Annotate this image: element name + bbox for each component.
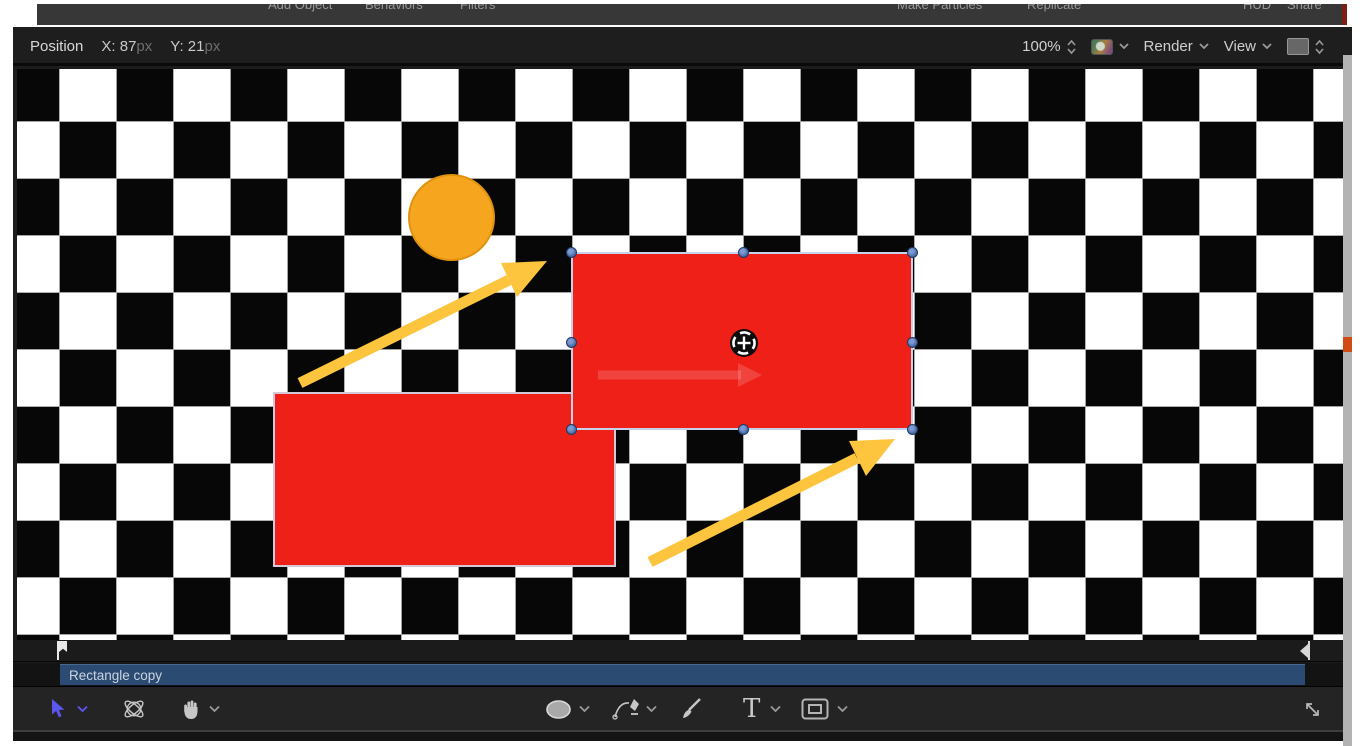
ellipse-tool-menu[interactable] bbox=[579, 687, 590, 731]
handle-top-right[interactable] bbox=[907, 247, 918, 258]
paint-brush-icon bbox=[680, 697, 704, 721]
layout-control[interactable] bbox=[1287, 38, 1324, 55]
composition-canvas[interactable] bbox=[17, 69, 1343, 640]
chevron-down-icon bbox=[646, 705, 657, 713]
bezier-tool-menu[interactable] bbox=[646, 687, 657, 731]
select-arrow-icon bbox=[50, 699, 66, 719]
yellow-arrow-lower-left bbox=[300, 261, 547, 383]
timeline-end-line bbox=[1308, 641, 1310, 660]
3d-transform-tool-button[interactable] bbox=[121, 687, 147, 731]
stepper-icon[interactable] bbox=[1315, 39, 1324, 55]
select-tool-menu[interactable] bbox=[77, 687, 88, 731]
chevron-down-icon[interactable] bbox=[1119, 43, 1129, 50]
red-rectangle-copy-shape-selected[interactable] bbox=[571, 252, 913, 430]
handle-mid-left[interactable] bbox=[566, 337, 577, 348]
rectangle-tool-button[interactable] bbox=[801, 687, 829, 731]
canvas-toolbar: T bbox=[13, 686, 1352, 730]
chevron-down-icon bbox=[77, 705, 88, 713]
rectangle-tool-icon bbox=[801, 698, 829, 720]
playhead-icon[interactable] bbox=[57, 641, 59, 660]
position-label: Position bbox=[30, 38, 83, 55]
yellow-arrow-lower-right bbox=[650, 439, 895, 562]
rectangle-tool-menu[interactable] bbox=[837, 687, 848, 731]
render-menu-label[interactable]: Render bbox=[1144, 38, 1193, 55]
chevron-down-icon[interactable] bbox=[1199, 43, 1209, 50]
menu-item-add-object[interactable]: Add Object bbox=[268, 4, 332, 12]
menu-item-hud[interactable]: HUD bbox=[1243, 4, 1271, 12]
position-y-value: Y: 21px bbox=[170, 38, 220, 55]
window-bottom-strip bbox=[13, 732, 1352, 741]
render-menu[interactable]: Render bbox=[1144, 38, 1209, 55]
hand-icon bbox=[180, 698, 202, 720]
handle-bottom-left[interactable] bbox=[566, 424, 577, 435]
pan-tool-menu[interactable] bbox=[209, 687, 220, 731]
text-tool-icon: T bbox=[743, 696, 760, 722]
mini-timeline-track[interactable] bbox=[13, 640, 1352, 662]
right-edge-scrollbar[interactable] bbox=[1343, 55, 1352, 746]
scrollbar-orange-marker bbox=[1343, 337, 1352, 352]
stepper-icon[interactable] bbox=[1067, 39, 1076, 55]
chevron-down-icon bbox=[579, 705, 590, 713]
anchor-point-icon[interactable] bbox=[729, 328, 759, 358]
chevron-down-icon bbox=[837, 705, 848, 713]
handle-top-center[interactable] bbox=[738, 247, 749, 258]
menu-item-replicate[interactable]: Replicate bbox=[1027, 4, 1081, 12]
color-channel-control[interactable] bbox=[1091, 39, 1129, 55]
timeline-clip-bar[interactable]: Rectangle copy bbox=[60, 664, 1305, 685]
resize-viewer-button[interactable] bbox=[1301, 687, 1324, 731]
zoom-level-control[interactable]: 100% bbox=[1022, 38, 1075, 55]
text-tool-menu[interactable] bbox=[770, 687, 781, 731]
orange-circle-shape[interactable] bbox=[408, 174, 495, 261]
view-menu[interactable]: View bbox=[1224, 38, 1272, 55]
timeline-layer-row: Rectangle copy bbox=[13, 663, 1352, 686]
ellipse-icon bbox=[545, 699, 572, 720]
red-rectangle-shape[interactable] bbox=[273, 392, 616, 567]
3d-transform-icon bbox=[121, 696, 147, 722]
view-menu-label[interactable]: View bbox=[1224, 38, 1256, 55]
viewer-status-bar: Position X: 87px Y: 21px 100% Render Vie… bbox=[13, 27, 1352, 66]
handle-bottom-center[interactable] bbox=[738, 424, 749, 435]
select-tool-button[interactable] bbox=[50, 687, 66, 731]
handle-top-left[interactable] bbox=[566, 247, 577, 258]
chevron-down-icon[interactable] bbox=[1262, 43, 1272, 50]
chevron-down-icon bbox=[209, 705, 220, 713]
menu-item-behaviors[interactable]: Behaviors bbox=[365, 4, 423, 12]
pan-tool-button[interactable] bbox=[180, 687, 202, 731]
paint-stroke-tool-button[interactable] bbox=[680, 687, 704, 731]
clipped-top-toolbar: Add Object Behaviors Filters Make Partic… bbox=[37, 4, 1347, 25]
window-edge-notch bbox=[1342, 4, 1347, 25]
resize-diagonal-icon bbox=[1301, 698, 1324, 721]
handle-mid-right[interactable] bbox=[907, 337, 918, 348]
menu-item-filters[interactable]: Filters bbox=[460, 4, 495, 12]
timeline-clip-label: Rectangle copy bbox=[60, 668, 162, 683]
handle-bottom-right[interactable] bbox=[907, 424, 918, 435]
viewer-window: Position X: 87px Y: 21px 100% Render Vie… bbox=[13, 27, 1352, 741]
position-x-value: X: 87px bbox=[101, 38, 152, 55]
bezier-pen-icon bbox=[611, 697, 643, 721]
menu-item-make-particles[interactable]: Make Particles bbox=[897, 4, 982, 12]
timeline-end-marker-icon[interactable] bbox=[1300, 644, 1308, 658]
text-tool-button[interactable]: T bbox=[743, 687, 760, 731]
bezier-tool-button[interactable] bbox=[611, 687, 643, 731]
layout-swatch-icon[interactable] bbox=[1287, 38, 1309, 55]
playhead-flag-icon[interactable] bbox=[59, 641, 67, 652]
ellipse-tool-button[interactable] bbox=[545, 687, 572, 731]
menu-item-share[interactable]: Share bbox=[1287, 4, 1322, 12]
color-channel-swatch-icon[interactable] bbox=[1091, 39, 1113, 55]
zoom-level-value[interactable]: 100% bbox=[1022, 38, 1060, 55]
chevron-down-icon bbox=[770, 705, 781, 713]
